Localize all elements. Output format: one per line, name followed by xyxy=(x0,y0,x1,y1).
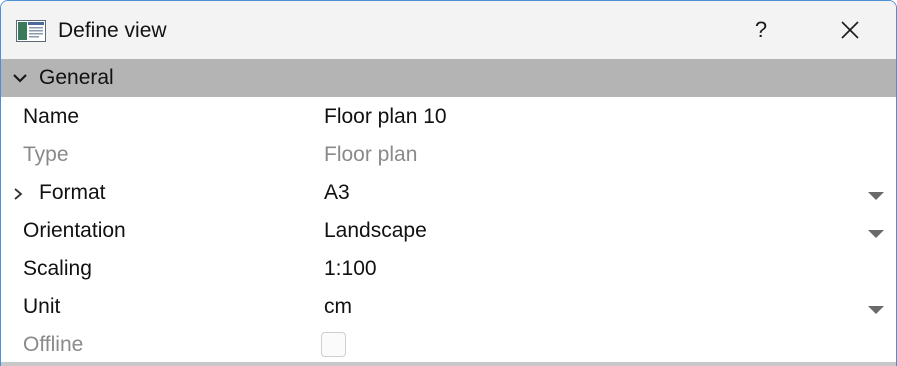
property-row-orientation: Orientation Landscape xyxy=(1,212,896,250)
chevron-right-icon[interactable] xyxy=(13,187,23,201)
offline-checkbox xyxy=(321,332,346,357)
property-row-offline: Offline xyxy=(1,326,896,364)
property-label-unit: Unit xyxy=(23,295,61,318)
dropdown-arrow-icon[interactable] xyxy=(867,191,885,201)
orientation-dropdown[interactable]: Landscape xyxy=(324,219,427,243)
dropdown-arrow-icon[interactable] xyxy=(867,305,885,315)
unit-dropdown[interactable]: cm xyxy=(324,295,352,319)
view-window-icon xyxy=(16,20,46,42)
format-dropdown[interactable]: A3 xyxy=(324,181,350,205)
scaling-field[interactable]: 1:100 xyxy=(324,257,377,281)
name-field[interactable]: Floor plan 10 xyxy=(324,105,447,129)
close-icon xyxy=(841,21,859,39)
property-label-name: Name xyxy=(23,105,80,128)
property-label-type: Type xyxy=(23,143,69,166)
property-row-format: Format A3 xyxy=(1,174,896,212)
section-header-general[interactable]: General xyxy=(1,59,896,97)
property-label-format: Format xyxy=(39,181,106,204)
chevron-down-icon[interactable] xyxy=(12,71,28,85)
property-row-unit: Unit cm xyxy=(1,288,896,326)
close-button[interactable] xyxy=(827,11,873,49)
property-label-scaling: Scaling xyxy=(23,257,92,280)
property-label-orientation: Orientation xyxy=(23,219,126,242)
define-view-dialog: Define view ? General Name Floor plan 10… xyxy=(0,0,897,366)
help-button[interactable]: ? xyxy=(739,11,783,49)
property-row-type: Type Floor plan xyxy=(1,136,896,174)
property-row-scaling: Scaling 1:100 xyxy=(1,250,896,288)
property-grid: Name Floor plan 10 Type Floor plan Forma… xyxy=(1,98,896,364)
title-bar[interactable]: Define view ? xyxy=(1,1,896,59)
dropdown-arrow-icon[interactable] xyxy=(867,229,885,239)
grid-bottom-divider xyxy=(1,362,896,366)
type-value: Floor plan xyxy=(324,143,418,166)
property-label-offline: Offline xyxy=(23,333,84,356)
dialog-title: Define view xyxy=(58,19,167,42)
section-label: General xyxy=(39,66,114,89)
property-row-name: Name Floor plan 10 xyxy=(1,98,896,136)
